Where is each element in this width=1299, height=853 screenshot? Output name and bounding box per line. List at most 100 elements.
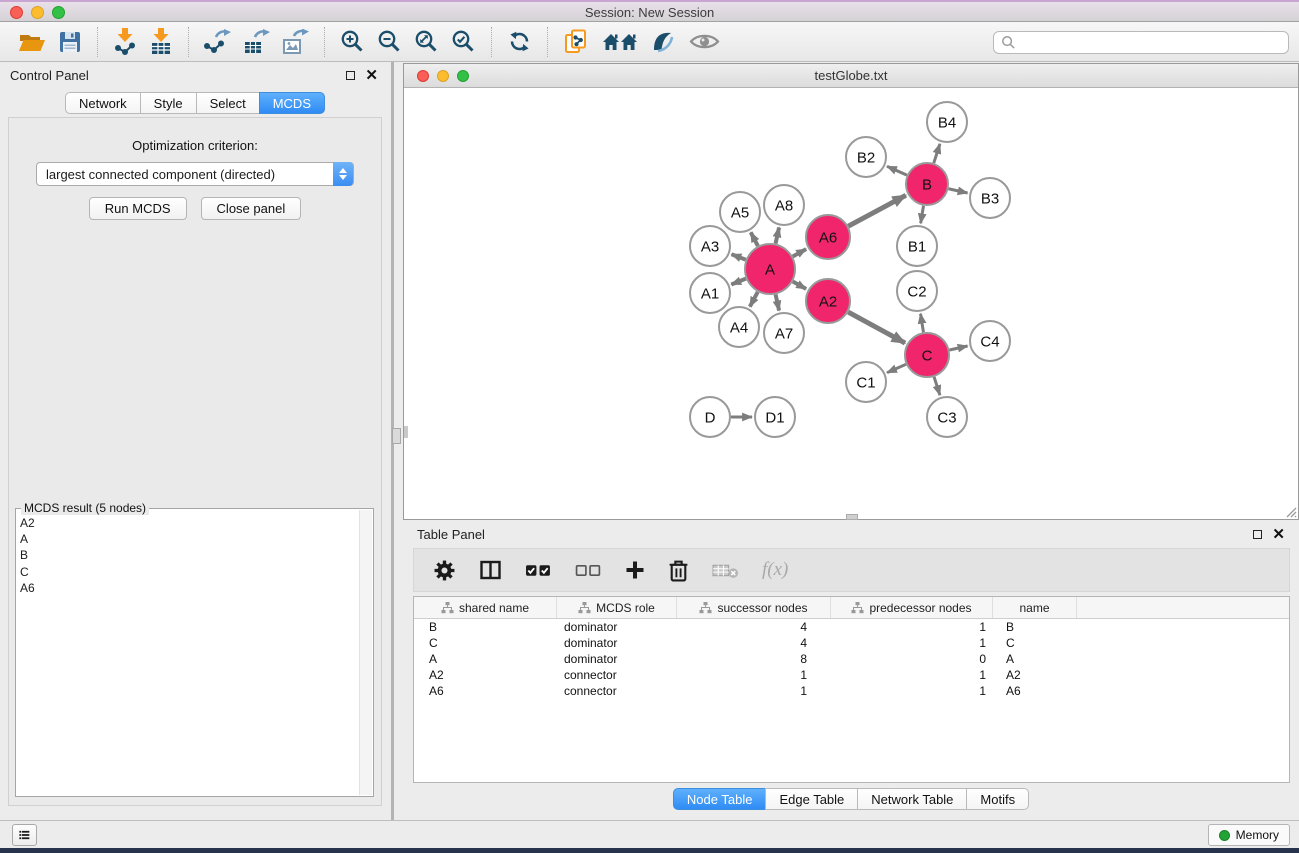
tab-style[interactable]: Style xyxy=(140,92,197,114)
node-B1[interactable]: B1 xyxy=(897,226,937,266)
memory-button[interactable]: Memory xyxy=(1208,824,1290,846)
edge-A2-C[interactable] xyxy=(848,312,905,343)
table-row[interactable]: Cdominator41C xyxy=(414,635,1289,651)
tab-select[interactable]: Select xyxy=(196,92,260,114)
reset-home-view-button[interactable] xyxy=(601,29,639,55)
table-row[interactable]: Adominator80A xyxy=(414,651,1289,667)
node-C[interactable]: C xyxy=(905,333,949,377)
node-D1[interactable]: D1 xyxy=(755,397,795,437)
node-B[interactable]: B xyxy=(906,163,948,205)
criterion-select[interactable]: largest connected component (directed) xyxy=(36,162,354,186)
float-panel-icon[interactable] xyxy=(346,71,355,80)
edge-A-A1[interactable] xyxy=(731,279,746,285)
column-header-name[interactable]: name xyxy=(993,597,1077,618)
search-field[interactable] xyxy=(993,31,1289,54)
node-D[interactable]: D xyxy=(690,397,730,437)
zoom-selected-button[interactable] xyxy=(450,28,477,55)
canvas-left-grip[interactable] xyxy=(404,426,408,438)
delete-table-button[interactable] xyxy=(711,561,740,580)
tab-network[interactable]: Network xyxy=(65,92,141,114)
mcds-result-item[interactable]: B xyxy=(20,547,373,563)
edge-A-A6[interactable] xyxy=(793,249,806,256)
tab-motifs[interactable]: Motifs xyxy=(966,788,1029,810)
edge-C-C4[interactable] xyxy=(949,346,967,350)
table-row[interactable]: A2connector11A2 xyxy=(414,667,1289,683)
close-table-panel-icon[interactable]: ✕ xyxy=(1272,530,1285,540)
node-B3[interactable]: B3 xyxy=(970,178,1010,218)
unselect-all-columns-button[interactable] xyxy=(574,562,603,579)
import-network-button[interactable] xyxy=(112,27,138,56)
edge-A-A7[interactable] xyxy=(776,294,780,310)
table-row[interactable]: A6connector11A6 xyxy=(414,683,1289,699)
edge-A-A2[interactable] xyxy=(793,282,806,289)
close-panel-icon[interactable]: ✕ xyxy=(365,71,378,81)
tab-node-table[interactable]: Node Table xyxy=(673,788,767,810)
horizontal-splitter-grip[interactable] xyxy=(846,514,858,520)
close-panel-button[interactable]: Close panel xyxy=(201,197,302,220)
open-session-button[interactable] xyxy=(17,29,47,55)
network-canvas[interactable]: B4B2BB3B1A5A8A6A3AA1C2A2A4A7C4CC1C3DD1 xyxy=(404,88,1298,518)
create-column-button[interactable] xyxy=(624,559,646,581)
node-A8[interactable]: A8 xyxy=(764,185,804,225)
edge-A-A4[interactable] xyxy=(750,292,758,307)
run-mcds-button[interactable]: Run MCDS xyxy=(89,197,187,220)
node-A7[interactable]: A7 xyxy=(764,313,804,353)
edge-A-A3[interactable] xyxy=(731,254,745,259)
column-header-successor-nodes[interactable]: successor nodes xyxy=(677,597,831,618)
edge-B-B1[interactable] xyxy=(921,206,924,224)
edge-A-A8[interactable] xyxy=(776,227,780,243)
column-header-shared-name[interactable]: shared name xyxy=(414,597,557,618)
toggle-bird-eye-view-button[interactable] xyxy=(688,30,721,53)
tab-mcds[interactable]: MCDS xyxy=(259,92,325,114)
mcds-result-item[interactable]: A xyxy=(20,531,373,547)
edge-B-B4[interactable] xyxy=(934,144,940,163)
node-A[interactable]: A xyxy=(745,244,795,294)
export-image-button[interactable] xyxy=(281,28,310,56)
node-A3[interactable]: A3 xyxy=(690,226,730,266)
mcds-result-item[interactable]: A6 xyxy=(20,580,373,596)
node-C1[interactable]: C1 xyxy=(846,362,886,402)
select-stepper-icon[interactable] xyxy=(333,162,353,186)
edge-C-C1[interactable] xyxy=(887,364,906,372)
mcds-result-item[interactable]: A2 xyxy=(20,515,373,531)
node-C4[interactable]: C4 xyxy=(970,321,1010,361)
edge-A6-B[interactable] xyxy=(848,195,906,226)
zoom-fit-button[interactable] xyxy=(413,28,440,55)
node-A6[interactable]: A6 xyxy=(806,215,850,259)
node-A1[interactable]: A1 xyxy=(690,273,730,313)
table-row[interactable]: Bdominator41B xyxy=(414,619,1289,635)
function-builder-button[interactable]: f(x) xyxy=(761,558,789,582)
search-input[interactable] xyxy=(1020,34,1288,51)
result-scrollbar[interactable] xyxy=(359,510,372,795)
zoom-out-button[interactable] xyxy=(376,28,403,55)
delete-columns-button[interactable] xyxy=(667,558,690,583)
zoom-in-button[interactable] xyxy=(339,28,366,55)
save-session-button[interactable] xyxy=(57,29,83,55)
node-C3[interactable]: C3 xyxy=(927,397,967,437)
edge-A-A5[interactable] xyxy=(751,232,758,246)
toggle-graphics-details-button[interactable] xyxy=(649,28,678,55)
node-A4[interactable]: A4 xyxy=(719,307,759,347)
splitter-grip[interactable] xyxy=(392,428,401,444)
vertical-splitter[interactable] xyxy=(390,62,403,820)
edge-B-B2[interactable] xyxy=(887,166,907,175)
edge-B-B3[interactable] xyxy=(948,189,967,193)
select-all-columns-button[interactable] xyxy=(524,562,553,579)
edge-C-C2[interactable] xyxy=(921,314,924,333)
duplicate-network-view-button[interactable] xyxy=(562,27,591,56)
show-columns-button[interactable] xyxy=(478,559,503,581)
import-table-button[interactable] xyxy=(148,27,174,56)
node-B4[interactable]: B4 xyxy=(927,102,967,142)
mcds-result-item[interactable]: C xyxy=(20,564,373,580)
tab-edge-table[interactable]: Edge Table xyxy=(765,788,858,810)
node-A5[interactable]: A5 xyxy=(720,192,760,232)
window-resize-grip[interactable] xyxy=(1283,504,1297,518)
refresh-view-button[interactable] xyxy=(506,28,533,55)
column-header-predecessor-nodes[interactable]: predecessor nodes xyxy=(831,597,993,618)
node-A2[interactable]: A2 xyxy=(806,279,850,323)
table-settings-button[interactable] xyxy=(432,558,457,583)
column-header-MCDS-role[interactable]: MCDS role xyxy=(557,597,677,618)
edge-C-C3[interactable] xyxy=(934,377,940,395)
float-table-panel-icon[interactable] xyxy=(1253,530,1262,539)
task-history-button[interactable] xyxy=(12,824,37,846)
